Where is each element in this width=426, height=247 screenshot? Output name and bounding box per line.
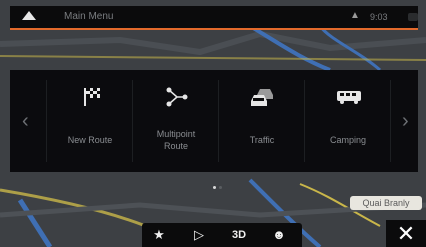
page-title: Main Menu (64, 11, 114, 22)
checkered-flag-icon (84, 88, 100, 106)
page-dot (213, 186, 216, 189)
person-icon[interactable]: ☻ (266, 227, 292, 243)
street-label: Quai Branly (350, 196, 422, 210)
traffic-cars-icon (251, 89, 273, 106)
navigation-arrow-icon[interactable] (22, 11, 36, 20)
menu-item-multipoint-route[interactable]: Multipoint Route (134, 70, 218, 172)
main-menu-panel: ‹ New Route Multipoint Route Traffic Cam… (10, 70, 418, 172)
star-icon[interactable]: ★ (146, 227, 172, 243)
menu-item-label: Multipoint Route (156, 129, 196, 151)
view-3d-button[interactable]: 3D (226, 227, 252, 243)
next-page-arrow-icon[interactable]: › (402, 110, 409, 133)
prev-page-arrow-icon[interactable]: ‹ (22, 110, 29, 133)
menu-item-traffic[interactable]: Traffic (220, 70, 304, 172)
gps-signal-icon: ▲ (350, 10, 360, 21)
page-indicator (213, 176, 225, 194)
top-bar: Main Menu ▲ 9:03 (10, 6, 418, 30)
menu-item-camping[interactable]: Camping (306, 70, 390, 172)
menu-item-label: Camping (329, 135, 367, 145)
page-dot (219, 186, 222, 189)
clock-time: 9:03 (370, 12, 388, 22)
battery-icon (408, 13, 418, 21)
menu-item-new-route[interactable]: New Route (48, 70, 132, 172)
bottom-toolbar: ★ ▷ 3D ☻ (142, 223, 302, 247)
navigation-screen: Main Menu ▲ 9:03 ‹ New Route Multipoint … (0, 0, 426, 247)
menu-item-label: New Route (67, 135, 113, 145)
speaker-icon[interactable]: ▷ (186, 227, 212, 243)
multipoint-route-icon (166, 87, 188, 107)
camping-vehicle-icon (337, 91, 361, 104)
menu-item-label: Traffic (249, 135, 275, 145)
close-button[interactable]: ✕ (386, 220, 426, 247)
